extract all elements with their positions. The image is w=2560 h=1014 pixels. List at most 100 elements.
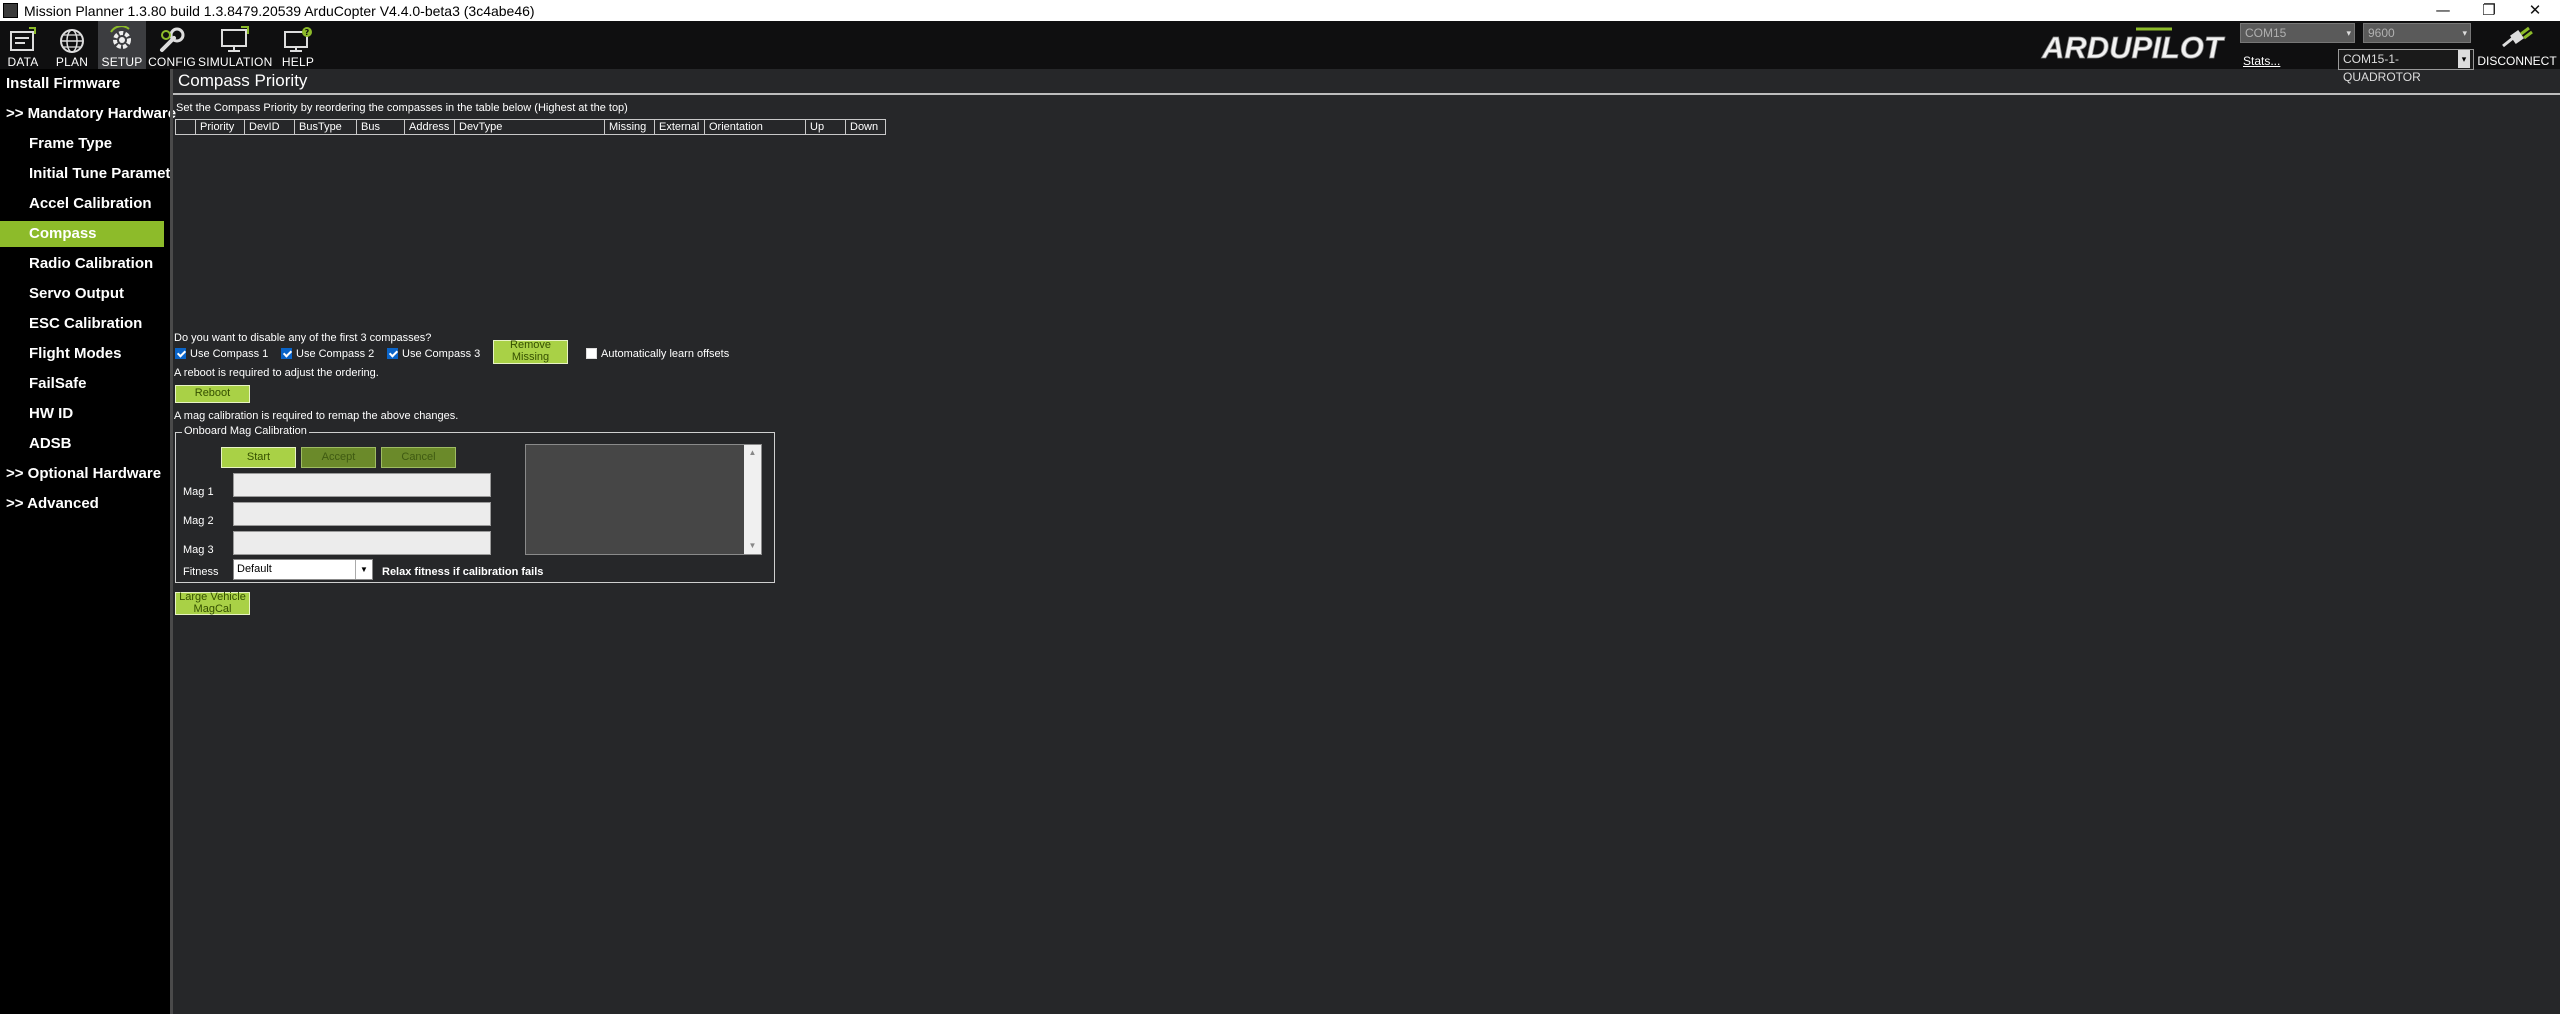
page-title: Compass Priority — [178, 71, 308, 90]
sidebar-item-initial-tune[interactable]: Initial Tune Parameters — [0, 161, 170, 187]
toolbar-config-label: CONFIG — [148, 55, 196, 69]
mag2-progress — [233, 502, 491, 526]
close-button[interactable]: ✕ — [2512, 0, 2558, 21]
mag2-label: Mag 2 — [183, 515, 214, 527]
window-title: Mission Planner 1.3.80 build 1.3.8479.20… — [24, 3, 535, 19]
scroll-down-icon[interactable]: ▼ — [744, 538, 761, 554]
stats-link[interactable]: Stats... — [2243, 54, 2280, 68]
accept-button[interactable]: Accept — [301, 447, 376, 468]
use-compass-1-checkbox[interactable]: Use Compass 1 — [175, 346, 268, 362]
fitness-value: Default — [237, 563, 272, 575]
group-legend: Onboard Mag Calibration — [182, 425, 309, 437]
sidebar-item-label: Initial Tune Parameters — [29, 165, 170, 182]
use-compass-2-label: Use Compass 2 — [296, 348, 375, 360]
toolbar-data-button[interactable]: DATA — [0, 21, 46, 69]
table-header-up[interactable]: Up — [806, 120, 846, 134]
log-scrollbar[interactable]: ▲ ▼ — [744, 445, 761, 554]
disconnect-button[interactable]: DISCONNECT — [2474, 26, 2560, 68]
connection-combo[interactable]: COM15-1-QUADROTOR ▾ — [2338, 49, 2474, 84]
toolbar-data-label: DATA — [7, 55, 39, 69]
toolbar-plan-label: PLAN — [55, 55, 89, 69]
simulation-monitor-icon — [221, 26, 249, 52]
svg-text:?: ? — [305, 28, 310, 37]
auto-learn-label: Automatically learn offsets — [601, 348, 730, 360]
baud-value: 9600 — [2368, 26, 2395, 40]
chevron-down-icon: ▾ — [2462, 28, 2467, 38]
start-button[interactable]: Start — [221, 447, 296, 468]
fitness-select[interactable]: Default ▼ — [233, 559, 373, 580]
table-header-bus[interactable]: Bus — [357, 120, 405, 134]
toolbar-help-label: HELP — [281, 55, 315, 69]
toolbar-simulation-button[interactable]: SIMULATION — [198, 21, 272, 69]
chevron-down-icon: ▾ — [2458, 50, 2470, 68]
main-toolbar: DATA PLAN SETUP CONFIG SIMULATION ? HELP… — [0, 21, 2560, 84]
table-header-bustype[interactable]: BusType — [295, 120, 357, 134]
sidebar-item-label: >> Mandatory Hardware — [6, 105, 176, 122]
disable-question: Do you want to disable any of the first … — [174, 332, 432, 344]
auto-learn-checkbox[interactable]: Automatically learn offsets — [586, 346, 729, 362]
mag3-label: Mag 3 — [183, 544, 214, 556]
sidebar-item-install-firmware[interactable]: Install Firmware — [0, 71, 176, 97]
checkbox-unchecked-icon — [586, 348, 597, 359]
onboard-mag-calibration-group: Onboard Mag Calibration Start Accept Can… — [175, 425, 775, 583]
table-header-devtype[interactable]: DevType — [455, 120, 605, 134]
priority-instructions: Set the Compass Priority by reordering t… — [176, 102, 628, 114]
sidebar-item-mandatory-hardware[interactable]: >> Mandatory Hardware — [0, 101, 176, 127]
table-header-select — [176, 120, 196, 134]
baud-combo[interactable]: 9600 ▾ — [2363, 23, 2471, 43]
sidebar-item-label: ESC Calibration — [29, 315, 143, 332]
sidebar-item-label: >> Advanced — [6, 495, 99, 512]
scroll-up-icon[interactable]: ▲ — [744, 445, 761, 461]
use-compass-3-checkbox[interactable]: Use Compass 3 — [387, 346, 480, 362]
sidebar-item-advanced[interactable]: >> Advanced — [0, 491, 176, 517]
sidebar-item-label: FailSafe — [29, 375, 87, 392]
chevron-down-icon: ▼ — [355, 560, 372, 579]
mag3-progress — [233, 531, 491, 555]
table-header-address[interactable]: Address — [405, 120, 455, 134]
use-compass-2-checkbox[interactable]: Use Compass 2 — [281, 346, 374, 362]
chevron-down-icon: ▾ — [2346, 28, 2351, 38]
sidebar-item-label: HW ID — [29, 405, 74, 422]
toolbar-setup-button[interactable]: SETUP — [98, 21, 146, 69]
table-header-devid[interactable]: DevID — [245, 120, 295, 134]
sidebar-item-label: Accel Calibration — [29, 195, 152, 212]
title-divider — [173, 93, 2560, 95]
data-icon — [10, 27, 36, 51]
mag1-label: Mag 1 — [183, 486, 214, 498]
compass-priority-table[interactable]: Priority DevID BusType Bus Address DevTy… — [175, 119, 886, 135]
fitness-label: Fitness — [183, 566, 219, 578]
toolbar-setup-label: SETUP — [101, 55, 143, 69]
checkbox-checked-icon — [175, 348, 186, 359]
relax-fitness-label: Relax fitness if calibration fails — [382, 566, 544, 578]
large-vehicle-magcal-button[interactable]: Large Vehicle MagCal — [175, 591, 250, 615]
checkbox-checked-icon — [387, 348, 398, 359]
checkbox-checked-icon — [281, 348, 292, 359]
calibration-log[interactable]: ▲ ▼ — [525, 444, 762, 555]
cancel-button[interactable]: Cancel — [381, 447, 456, 468]
port-value: COM15 — [2245, 26, 2287, 40]
port-combo[interactable]: COM15 ▾ — [2240, 23, 2355, 43]
remove-missing-button[interactable]: Remove Missing — [493, 340, 568, 364]
restore-button[interactable]: ❐ — [2466, 0, 2512, 21]
table-header-orientation[interactable]: Orientation — [705, 120, 806, 134]
sidebar-item-label: Radio Calibration — [29, 255, 154, 272]
use-compass-3-label: Use Compass 3 — [402, 348, 481, 360]
sidebar-item-label: Compass — [29, 225, 97, 242]
table-header-down[interactable]: Down — [846, 120, 885, 134]
toolbar-config-button[interactable]: CONFIG — [148, 21, 196, 69]
sidebar-item-optional-hardware[interactable]: >> Optional Hardware — [0, 461, 176, 487]
plan-globe-icon — [60, 29, 84, 53]
config-wrench-icon — [160, 27, 185, 52]
remap-note: A mag calibration is required to remap t… — [174, 410, 459, 422]
reboot-note: A reboot is required to adjust the order… — [174, 367, 379, 379]
sidebar-item-label: Flight Modes — [29, 345, 122, 362]
table-header-priority[interactable]: Priority — [196, 120, 245, 134]
table-header-external[interactable]: External — [655, 120, 705, 134]
reboot-button[interactable]: Reboot — [175, 385, 250, 403]
sidebar-item-label: Frame Type — [29, 135, 113, 152]
table-header-missing[interactable]: Missing — [605, 120, 655, 134]
minimize-button[interactable]: — — [2420, 0, 2466, 21]
toolbar-plan-button[interactable]: PLAN — [48, 21, 96, 69]
toolbar-help-button[interactable]: ? HELP — [274, 21, 322, 69]
sidebar-item-compass[interactable]: Compass — [0, 221, 164, 247]
